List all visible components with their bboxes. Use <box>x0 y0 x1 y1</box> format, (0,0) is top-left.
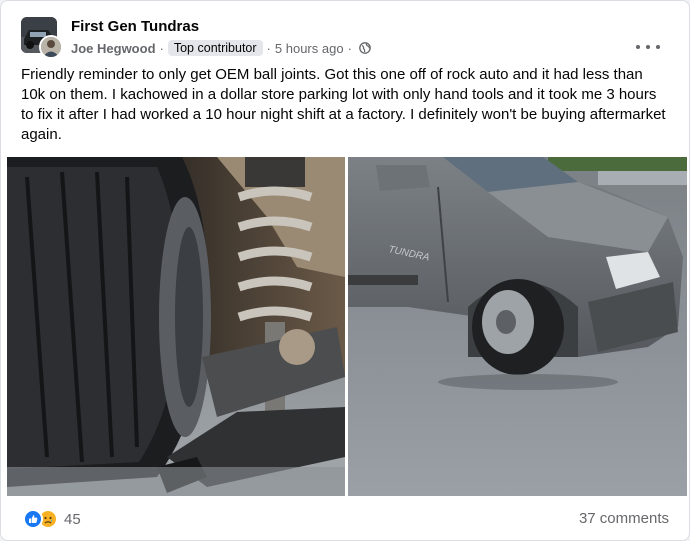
group-name-link[interactable]: First Gen Tundras <box>71 18 199 35</box>
user-avatar[interactable] <box>39 35 63 59</box>
more-options-icon[interactable] <box>636 37 660 57</box>
like-icon <box>23 509 43 529</box>
separator-dot: · <box>347 40 352 56</box>
top-contributor-badge[interactable]: Top contributor <box>167 40 263 56</box>
reactions-summary[interactable]: 45 <box>23 509 81 529</box>
photo-grid: TUNDRA <box>7 157 687 496</box>
globe-icon[interactable] <box>359 42 371 54</box>
separator-dot: · <box>159 40 164 56</box>
post-text: Friendly reminder to only get OEM ball j… <box>21 66 666 143</box>
author-name-link[interactable]: Joe Hegwood <box>71 41 156 56</box>
reaction-count[interactable]: 45 <box>64 511 81 528</box>
post-card: First Gen Tundras Joe Hegwood · Top cont… <box>0 0 690 541</box>
separator-dot: · <box>266 40 271 56</box>
tundra-truck-photo[interactable]: TUNDRA <box>348 157 687 496</box>
avatar-stack[interactable] <box>21 17 63 59</box>
comments-count-link[interactable]: 37 comments <box>579 510 669 527</box>
post-meta: Joe Hegwood · Top contributor · 5 hours … <box>71 39 371 57</box>
broken-ball-joint-photo[interactable] <box>7 157 345 496</box>
post-footer: 45 37 comments <box>21 507 671 531</box>
post-time-link[interactable]: 5 hours ago <box>275 41 344 56</box>
post-header: First Gen Tundras Joe Hegwood · Top cont… <box>21 15 676 61</box>
